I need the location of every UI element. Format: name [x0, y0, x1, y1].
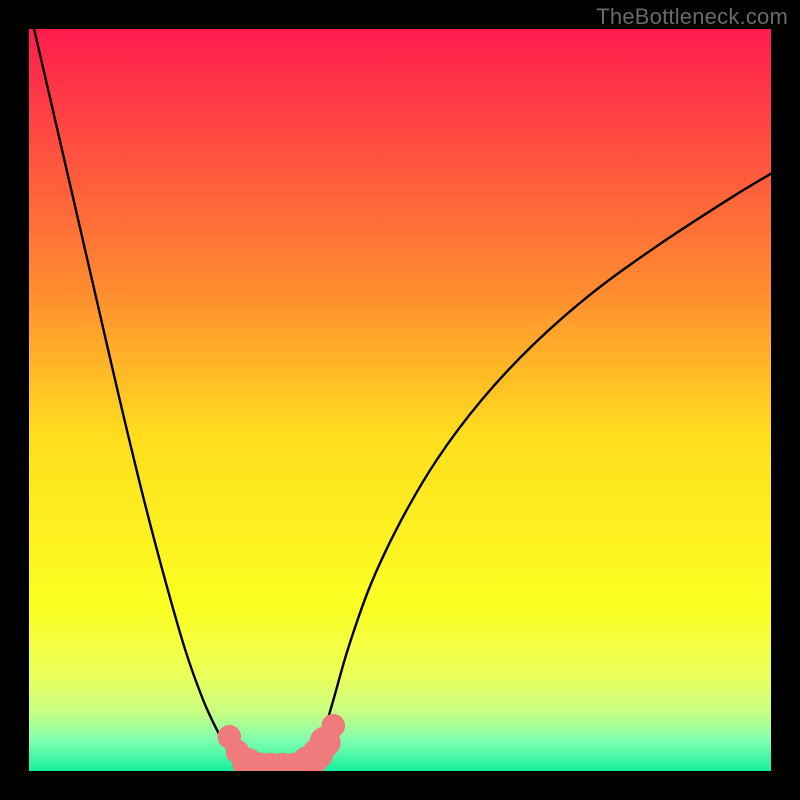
- gradient-background: [29, 29, 771, 771]
- outer-frame: TheBottleneck.com: [0, 0, 800, 800]
- watermark-text: TheBottleneck.com: [596, 4, 788, 30]
- chart-svg: [29, 29, 771, 771]
- marker-dot: [321, 714, 345, 738]
- chart-canvas: [29, 29, 771, 771]
